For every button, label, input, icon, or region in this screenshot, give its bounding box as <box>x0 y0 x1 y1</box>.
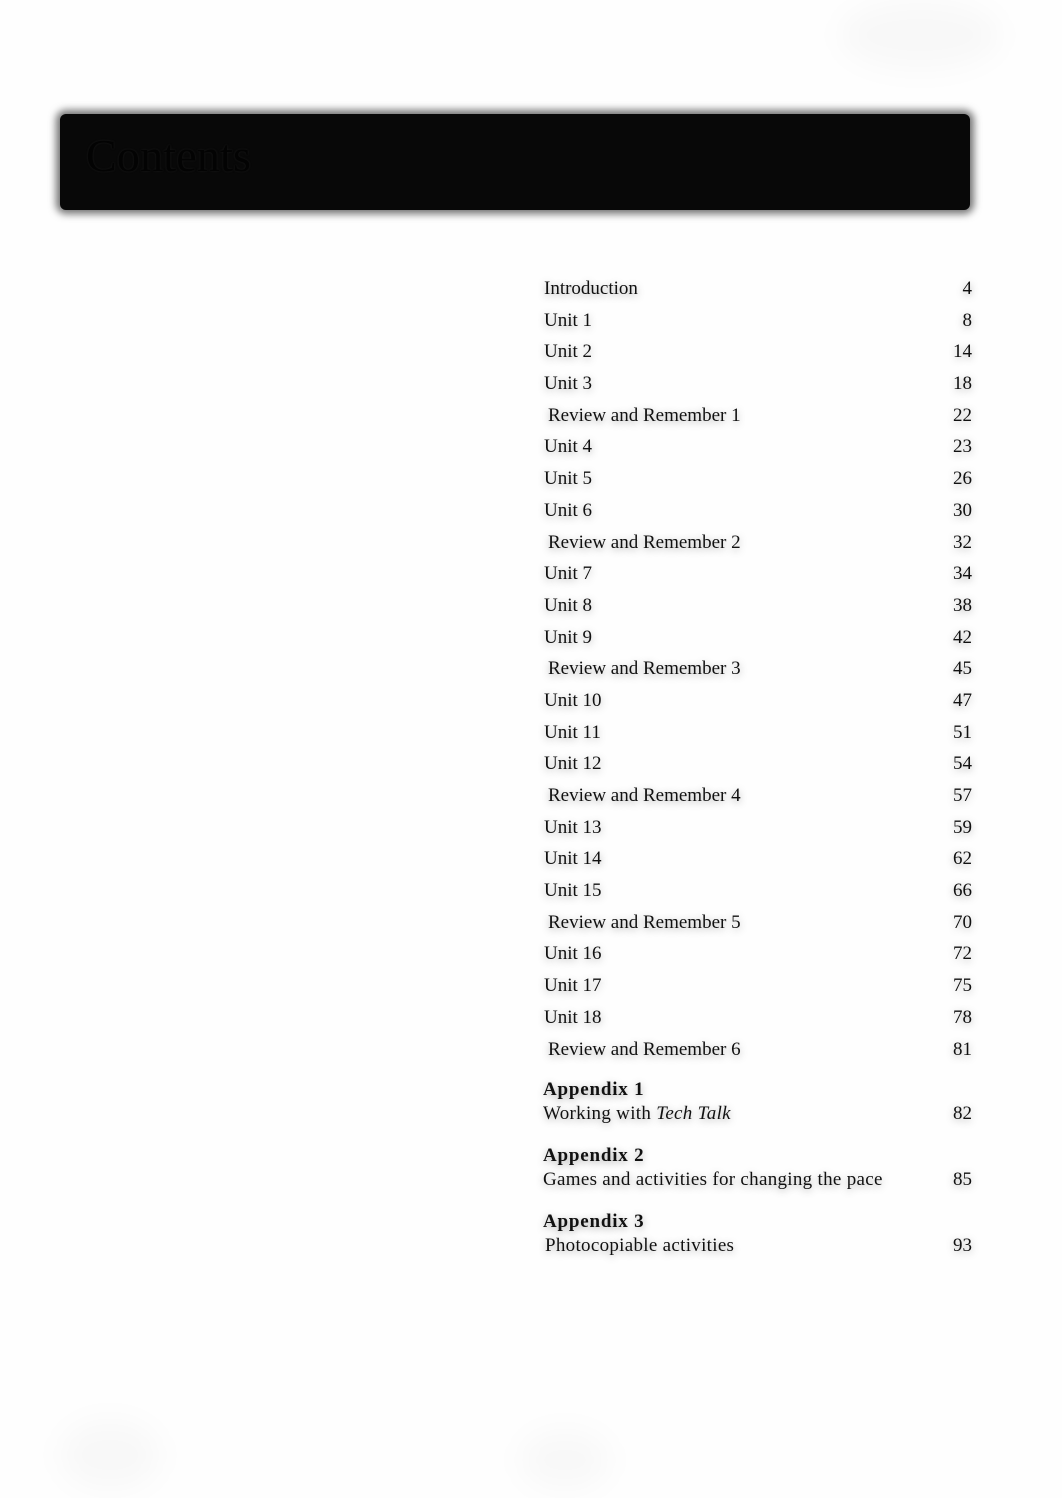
toc-entry[interactable]: Unit 14 62 <box>544 846 972 878</box>
appendix-title: Games and activities for changing the pa… <box>543 1168 883 1192</box>
toc-appendix[interactable]: Appendix 3 Photocopiable activities 93 <box>543 1210 972 1260</box>
appendix-heading: Appendix 1 <box>543 1079 645 1100</box>
toc-entry-page-number: 72 <box>953 943 972 965</box>
toc-entry-list: Introduction 4 Unit 1 8 Unit 2 14 Unit 3 18 Revi… <box>544 276 972 1068</box>
toc-entry-label: Review and Remember 5 <box>548 911 741 933</box>
toc-entry-page-number: 47 <box>953 689 972 711</box>
contents-header-bar: Contents <box>60 114 970 210</box>
toc-entry-label: Unit 7 <box>544 563 593 585</box>
scan-smudge <box>520 1430 610 1490</box>
toc-entry-page-number: 42 <box>953 626 972 648</box>
appendix-title-text: Photocopiable activities <box>545 1235 735 1256</box>
toc-entry-label: Unit 10 <box>544 689 602 711</box>
toc-entry[interactable]: Unit 6 30 <box>544 498 972 530</box>
scan-smudge <box>840 0 1000 70</box>
toc-entry-label: Introduction <box>544 278 638 299</box>
toc-entry[interactable]: Unit 15 66 <box>544 878 972 910</box>
toc-entry-page-number: 4 <box>962 278 973 299</box>
toc-entry[interactable]: Review and Remember 4 57 <box>544 783 972 815</box>
toc-entry[interactable]: Unit 2 14 <box>544 339 972 371</box>
toc-entry-page-number: 57 <box>953 785 972 806</box>
toc-entry-page-number: 62 <box>953 848 972 870</box>
toc-entry-label: Unit 13 <box>544 816 602 838</box>
appendix-title-text: Working with <box>543 1103 657 1124</box>
table-of-contents: Introduction 4 Unit 1 8 Unit 2 14 Unit 3 18 Revi… <box>543 276 972 1256</box>
toc-entry[interactable]: Unit 12 54 <box>544 751 972 783</box>
toc-entry-label: Unit 1 <box>544 309 593 331</box>
toc-entry-label: Review and Remember 4 <box>548 785 741 806</box>
toc-entry-page-number: 38 <box>953 594 972 616</box>
document-page: Contents Introduction 4 Unit 1 8 Unit 2 14 Uni… <box>0 0 1062 1498</box>
toc-entry[interactable]: Review and Remember 5 70 <box>544 910 972 942</box>
toc-entry-page-number: 26 <box>953 468 972 490</box>
toc-entry-page-number: 54 <box>953 753 972 775</box>
toc-entry-page-number: 32 <box>953 531 972 553</box>
appendix-title-text: Games and activities for changing the pa… <box>543 1169 883 1190</box>
toc-entry-label: Unit 3 <box>544 373 593 395</box>
toc-entry-label: Unit 14 <box>544 848 602 870</box>
toc-entry[interactable]: Review and Remember 1 22 <box>544 403 972 435</box>
toc-entry-label: Review and Remember 2 <box>548 531 741 553</box>
toc-entry-page-number: 30 <box>953 499 972 521</box>
toc-entry-page-number: 75 <box>953 975 972 997</box>
toc-entry-label: Review and Remember 1 <box>548 404 741 426</box>
toc-entry-label: Unit 16 <box>544 943 602 965</box>
toc-entry-page-number: 18 <box>953 373 972 395</box>
appendix-heading: Appendix 3 <box>543 1211 645 1232</box>
toc-entry-label: Unit 12 <box>544 753 602 775</box>
toc-entry-page-number: 8 <box>962 309 973 331</box>
toc-entry[interactable]: Unit 8 38 <box>544 593 972 625</box>
toc-entry[interactable]: Unit 7 34 <box>544 561 972 593</box>
toc-entry-label: Unit 15 <box>544 880 602 902</box>
toc-entry-label: Unit 9 <box>544 626 593 648</box>
appendix-page-number: 82 <box>953 1103 972 1124</box>
toc-entry-label: Unit 2 <box>544 341 593 363</box>
toc-entry-label: Review and Remember 3 <box>548 658 741 680</box>
toc-entry[interactable]: Unit 10 47 <box>544 688 972 720</box>
toc-entry-page-number: 81 <box>953 1038 972 1060</box>
toc-entry-page-number: 45 <box>953 658 972 680</box>
toc-entry-page-number: 78 <box>953 1006 972 1028</box>
appendix-heading: Appendix 2 <box>543 1145 645 1166</box>
toc-entry[interactable]: Unit 5 26 <box>544 466 972 498</box>
toc-entry-label: Unit 18 <box>544 1006 602 1028</box>
appendix-title-italic: Tech Talk <box>656 1103 731 1124</box>
toc-entry-page-number: 70 <box>953 911 972 933</box>
toc-entry-label: Unit 17 <box>544 975 602 997</box>
toc-entry[interactable]: Unit 18 78 <box>544 1005 972 1037</box>
toc-appendix[interactable]: Appendix 2 Games and activities for chang… <box>543 1144 972 1194</box>
appendix-title: Working with Tech Talk <box>543 1102 731 1126</box>
toc-entry-page-number: 66 <box>953 880 972 902</box>
scan-smudge <box>60 1420 160 1490</box>
toc-entry[interactable]: Unit 17 75 <box>544 973 972 1005</box>
toc-entry[interactable]: Unit 9 42 <box>544 625 972 657</box>
toc-entry[interactable]: Unit 4 23 <box>544 434 972 466</box>
toc-entry[interactable]: Review and Remember 2 32 <box>544 530 972 562</box>
toc-appendix[interactable]: Appendix 1 Working with Tech Talk 82 <box>543 1078 972 1128</box>
appendix-page-number: 85 <box>953 1169 972 1190</box>
toc-entry[interactable]: Review and Remember 3 45 <box>544 656 972 688</box>
toc-entry[interactable]: Unit 11 51 <box>544 720 972 752</box>
toc-entry[interactable]: Unit 3 18 <box>544 371 972 403</box>
toc-entry-label: Unit 4 <box>544 436 593 458</box>
toc-entry-label: Unit 5 <box>544 468 593 490</box>
appendix-title: Photocopiable activities <box>545 1234 734 1258</box>
toc-entry[interactable]: Review and Remember 6 81 <box>544 1037 972 1069</box>
toc-entry-page-number: 22 <box>953 404 972 426</box>
toc-entry-page-number: 59 <box>953 816 972 838</box>
appendix-page-number: 93 <box>953 1235 972 1256</box>
toc-entry[interactable]: Unit 13 59 <box>544 815 972 847</box>
toc-entry[interactable]: Unit 1 8 <box>544 308 972 340</box>
toc-entry-page-number: 23 <box>953 436 972 458</box>
toc-entry-page-number: 34 <box>953 563 972 585</box>
page-title: Contents <box>86 130 252 181</box>
toc-entry-page-number: 51 <box>953 721 972 743</box>
toc-entry-label: Review and Remember 6 <box>548 1038 741 1060</box>
toc-entry[interactable]: Unit 16 72 <box>544 941 972 973</box>
toc-entry[interactable]: Introduction 4 <box>544 276 972 308</box>
toc-entry-label: Unit 11 <box>544 721 601 743</box>
toc-entry-label: Unit 6 <box>544 499 593 521</box>
toc-entry-label: Unit 8 <box>544 594 593 616</box>
toc-entry-page-number: 14 <box>953 341 972 363</box>
